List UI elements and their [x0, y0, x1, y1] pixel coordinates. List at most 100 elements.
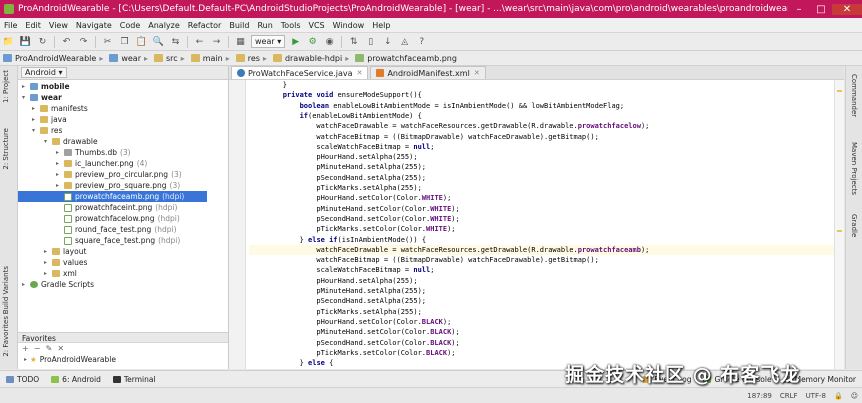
- tool-tab-build-variants[interactable]: Build Variants: [2, 266, 10, 314]
- replace-icon[interactable]: ⇆: [169, 36, 182, 48]
- cut-icon[interactable]: ✂: [101, 36, 114, 48]
- close-tab-icon[interactable]: ✕: [357, 69, 363, 77]
- code-area[interactable]: } private void ensureModeSupport(){ bool…: [249, 80, 834, 369]
- monitor-icon[interactable]: ◬: [398, 36, 411, 48]
- breadcrumb-file[interactable]: prowatchfaceamb.png: [352, 54, 460, 63]
- inspector-icon[interactable]: ☺: [847, 392, 862, 400]
- code-line[interactable]: pTickMarks.setAlpha(255);: [249, 183, 834, 193]
- run-config-select[interactable]: wear ▾: [251, 35, 286, 48]
- run-icon[interactable]: ▶: [289, 36, 302, 48]
- sync-gradle-icon[interactable]: ⇅: [347, 36, 360, 48]
- favorites-item[interactable]: ▸ ★ ProAndroidWearable: [24, 355, 116, 364]
- close-button[interactable]: ✕: [832, 3, 862, 15]
- tab-androidmanifest[interactable]: AndroidManifest.xml ✕: [370, 66, 486, 79]
- tree-node-values[interactable]: ▸ values: [44, 257, 87, 268]
- code-line[interactable]: pTickMarks.setAlpha(255);: [249, 307, 834, 317]
- tool-tab-terminal[interactable]: Terminal: [107, 375, 162, 384]
- tree-node-thumbs-db[interactable]: ▸ Thumbs.db (3): [56, 147, 131, 158]
- menu-help[interactable]: Help: [368, 21, 394, 30]
- breadcrumb-res[interactable]: res ▸: [233, 54, 270, 63]
- redo-icon[interactable]: ↷: [77, 36, 90, 48]
- open-folder-icon[interactable]: 📁: [2, 36, 15, 48]
- menu-build[interactable]: Build: [225, 21, 253, 30]
- code-line[interactable]: pHourHand.setAlpha(255);: [249, 152, 834, 162]
- delete-icon[interactable]: ✕: [57, 344, 64, 353]
- minimize-button[interactable]: –: [788, 4, 810, 15]
- caret-position[interactable]: 187:89: [743, 392, 776, 400]
- copy-icon[interactable]: ❐: [118, 36, 131, 48]
- tree-node-layout[interactable]: ▸ layout: [44, 246, 86, 257]
- code-line[interactable]: pMinuteHand.setColor(Color.BLACK);: [249, 327, 834, 337]
- tool-tab-android[interactable]: 6: Android: [45, 375, 107, 384]
- menu-run[interactable]: Run: [253, 21, 276, 30]
- menu-navigate[interactable]: Navigate: [72, 21, 116, 30]
- find-icon[interactable]: 🔍: [152, 36, 165, 48]
- code-line[interactable]: watchFaceDrawable = watchFaceResources.g…: [249, 121, 834, 131]
- tree-node-xml[interactable]: ▸ xml: [44, 268, 77, 279]
- make-project-icon[interactable]: ▦: [234, 36, 247, 48]
- code-line[interactable]: scaleWatchFaceBitmap = null;: [249, 142, 834, 152]
- tool-tab-gradle[interactable]: Gradle: [850, 214, 858, 237]
- code-line[interactable]: watchFaceBitmap = ((BitmapDrawable) watc…: [249, 132, 834, 142]
- tool-tab-todo[interactable]: TODO: [0, 375, 45, 384]
- paste-icon[interactable]: 📋: [135, 36, 148, 48]
- tool-tab-favorites[interactable]: 2: Favorites: [2, 316, 10, 357]
- menu-view[interactable]: View: [45, 21, 72, 30]
- tree-node-gradle-scripts[interactable]: ▸ Gradle Scripts: [22, 279, 94, 290]
- tree-node-java[interactable]: ▸ java: [32, 114, 67, 125]
- code-line[interactable]: pSecondHand.setAlpha(255);: [249, 173, 834, 183]
- code-line[interactable]: if(enableLowBitAmbientMode) {: [249, 111, 834, 121]
- code-line[interactable]: pSecondHand.setAlpha(255);: [249, 296, 834, 306]
- code-line[interactable]: pSecondHand.setColor(Color.WHITE);: [249, 214, 834, 224]
- breadcrumb-project[interactable]: ProAndroidWearable ▸: [0, 54, 106, 63]
- breadcrumb-drawable-hdpi[interactable]: drawable-hdpi ▸: [270, 54, 352, 63]
- file-encoding[interactable]: UTF-8: [802, 392, 830, 400]
- tree-node-round-face-test[interactable]: round_face_test.png (hdpi): [56, 224, 177, 235]
- code-line[interactable]: watchFaceDrawable = watchFaceResources.g…: [249, 244, 834, 256]
- debug-icon[interactable]: ⚙: [306, 36, 319, 48]
- save-all-icon[interactable]: 💾: [19, 36, 32, 48]
- tree-node-drawable[interactable]: ▾ drawable: [44, 136, 98, 147]
- code-line[interactable]: pMinuteHand.setAlpha(255);: [249, 162, 834, 172]
- tree-node-mobile[interactable]: ▸ mobile: [22, 81, 70, 92]
- code-line[interactable]: pMinuteHand.setAlpha(255);: [249, 286, 834, 296]
- tree-node-ic-launcher[interactable]: ▸ ic_launcher.png (4): [56, 158, 147, 169]
- menu-window[interactable]: Window: [329, 21, 369, 30]
- code-line[interactable]: scaleWatchFaceBitmap = null;: [249, 265, 834, 275]
- breadcrumb-src[interactable]: src ▸: [151, 54, 188, 63]
- code-line[interactable]: private void ensureModeSupport(){: [249, 90, 834, 100]
- back-icon[interactable]: ←: [193, 36, 206, 48]
- help-icon[interactable]: ?: [415, 36, 428, 48]
- menu-tools[interactable]: Tools: [277, 21, 305, 30]
- code-line[interactable]: watchFaceBitmap = ((BitmapDrawable) watc…: [249, 255, 834, 265]
- menu-file[interactable]: File: [0, 21, 21, 30]
- tool-tab-project[interactable]: 1: Project: [2, 70, 10, 103]
- sync-icon[interactable]: ↻: [36, 36, 49, 48]
- code-line[interactable]: pHourHand.setAlpha(255);: [249, 276, 834, 286]
- tree-node-res[interactable]: ▾ res: [32, 125, 62, 136]
- line-separator[interactable]: CRLF: [776, 392, 802, 400]
- sdk-manager-icon[interactable]: ↓: [381, 36, 394, 48]
- warning-marker[interactable]: [837, 230, 842, 232]
- menu-analyze[interactable]: Analyze: [144, 21, 184, 30]
- tree-node-preview-circular[interactable]: ▸ preview_pro_circular.png (3): [56, 169, 182, 180]
- tree-node-prowatchfacelow[interactable]: prowatchfacelow.png (hdpi): [56, 213, 180, 224]
- code-line[interactable]: pTickMarks.setColor(Color.BLACK);: [249, 348, 834, 358]
- tree-node-square-face-test[interactable]: square_face_test.png (hdpi): [56, 235, 180, 246]
- warning-marker[interactable]: [837, 90, 842, 92]
- edit-icon[interactable]: ✎: [46, 344, 53, 353]
- tree-node-manifests[interactable]: ▸ manifests: [32, 103, 88, 114]
- menu-edit[interactable]: Edit: [21, 21, 45, 30]
- tool-tab-maven-projects[interactable]: Maven Projects: [850, 142, 858, 195]
- tab-prowatchfaceservice[interactable]: ProWatchFaceService.java ✕: [231, 66, 369, 79]
- code-line[interactable]: pHourHand.setColor(Color.WHITE);: [249, 193, 834, 203]
- attach-debugger-icon[interactable]: ◉: [323, 36, 336, 48]
- code-line[interactable]: pHourHand.setColor(Color.BLACK);: [249, 317, 834, 327]
- project-view-selector[interactable]: Android ▾: [21, 67, 67, 78]
- tree-node-wear[interactable]: ▾ wear: [22, 92, 62, 103]
- code-line[interactable]: boolean enableLowBitAmbientMode = isInAm…: [249, 101, 834, 111]
- tree-node-prowatchfaceamb[interactable]: prowatchfaceamb.png (hdpi): [18, 191, 207, 202]
- code-line[interactable]: }: [249, 80, 834, 90]
- maximize-button[interactable]: □: [810, 4, 832, 15]
- tree-node-prowatchfaceint[interactable]: prowatchfaceint.png (hdpi): [56, 202, 177, 213]
